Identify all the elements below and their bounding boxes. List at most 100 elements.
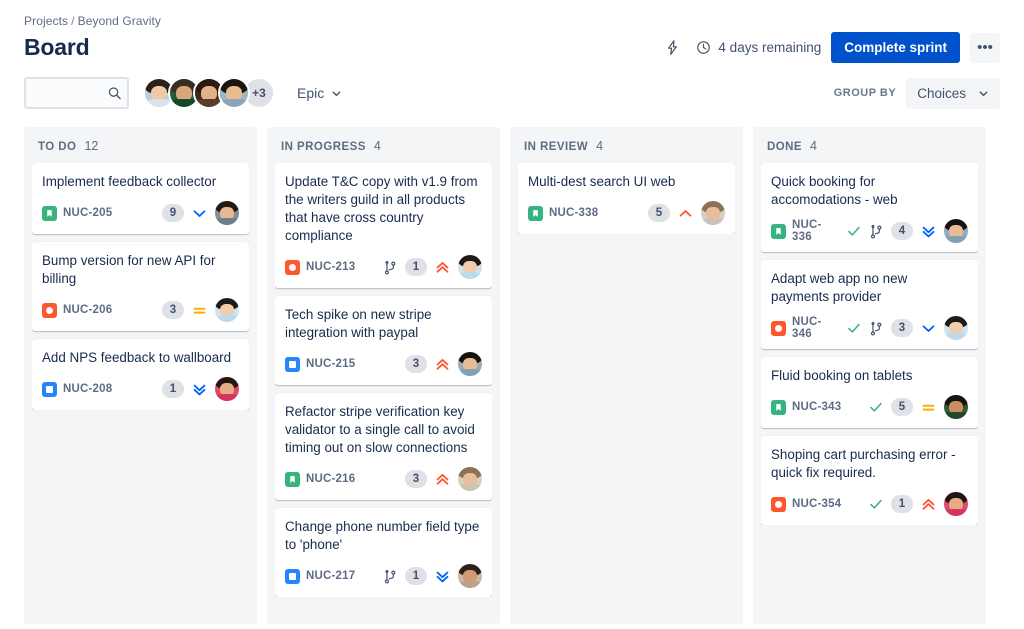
issue-key: NUC-343 [792,401,842,413]
search-container [24,77,129,109]
breadcrumb-project[interactable]: Beyond Gravity [78,14,161,28]
issue-title: Multi-dest search UI web [528,174,676,189]
issue-key-group[interactable]: NUC-343 [771,399,842,415]
group-by-dropdown[interactable]: Choices [906,77,1000,109]
story-points-badge: 4 [891,222,913,240]
issue-key-group[interactable]: NUC-354 [771,496,841,512]
issue-key-group[interactable]: NUC-216 [285,471,356,487]
breadcrumb: Projects / Beyond Gravity [24,14,1000,28]
priority-highest-icon [920,496,937,513]
column-name: In Progress [281,141,366,153]
issue-key: NUC-216 [306,473,356,485]
avatar[interactable] [458,255,482,279]
issue-title: Fluid booking on tablets [771,368,913,383]
branch-icon [869,320,884,337]
issue-card[interactable]: Shoping cart purchasing error - quick fi… [761,436,978,525]
breadcrumb-projects[interactable]: Projects [24,14,68,28]
issue-meta: 5 [868,395,968,419]
column-count: 4 [596,139,604,153]
epic-filter-dropdown[interactable]: Epic [289,80,350,106]
issue-card[interactable]: Bump version for new API for billing NUC-… [32,242,249,331]
lightning-icon [664,39,681,56]
more-actions-button[interactable]: ••• [970,32,1000,63]
issue-card[interactable]: Multi-dest search UI web NUC-338 5 [518,163,735,234]
kanban-board: To Do 12 Implement feedback collector NUC-2… [0,109,1024,629]
issue-type-bug-icon [771,496,786,512]
issue-title: Quick booking for accomodations - web [771,174,898,207]
issue-footer: NUC-346 3 [771,316,968,340]
issue-card[interactable]: Fluid booking on tablets NUC-343 5 [761,357,978,428]
issue-card[interactable]: Add NPS feedback to wallboard NUC-208 1 [32,339,249,410]
issue-meta: 4 [846,219,968,243]
branch-icon [383,259,398,276]
issue-footer: NUC-338 5 [528,201,725,225]
priority-lowest-icon [191,381,208,398]
avatar[interactable] [215,377,239,401]
avatar[interactable] [701,201,725,225]
complete-sprint-button[interactable]: Complete sprint [831,32,960,63]
issue-card[interactable]: Update T&C copy with v1.9 from the write… [275,163,492,288]
story-points-badge: 1 [405,567,427,585]
issue-card[interactable]: Quick booking for accomodations - web NUC… [761,163,978,252]
avatar[interactable] [458,467,482,491]
avatar[interactable] [215,201,239,225]
issue-type-task-icon [285,356,300,372]
issue-card[interactable]: Refactor stripe verification key validat… [275,393,492,500]
group-by-value: Choices [917,85,966,101]
issue-card[interactable]: Implement feedback collector NUC-205 9 [32,163,249,234]
avatar[interactable] [944,492,968,516]
issue-key-group[interactable]: NUC-205 [42,205,113,221]
breadcrumb-separator: / [71,14,75,28]
issue-footer: NUC-215 3 [285,352,482,376]
done-check-icon [868,399,884,415]
avatar[interactable] [215,298,239,322]
board-toolbar: +3 Epic Group by Choices [0,63,1024,109]
issue-title: Bump version for new API for billing [42,253,216,286]
issue-type-bug-icon [771,320,786,336]
priority-lowest-icon [434,568,451,585]
done-check-icon [868,496,884,512]
issue-key-group[interactable]: NUC-213 [285,259,355,275]
story-points-badge: 3 [405,470,427,488]
issue-meta: 5 [648,201,725,225]
avatar[interactable] [458,564,482,588]
column-count: 4 [373,139,381,153]
issue-type-story-icon [285,471,300,487]
story-points-badge: 1 [405,258,427,276]
issue-key-group[interactable]: NUC-208 [42,381,112,397]
issue-key: NUC-205 [63,207,113,219]
card-list: Quick booking for accomodations - web NUC… [761,163,978,525]
issue-footer: NUC-213 1 [285,255,482,279]
avatar[interactable] [944,316,968,340]
issue-title: Shoping cart purchasing error - quick fi… [771,447,956,480]
board-column: To Do 12 Implement feedback collector NUC-2… [24,127,257,624]
lightning-button[interactable] [658,34,686,62]
issue-key-group[interactable]: NUC-338 [528,205,599,221]
avatar[interactable] [944,395,968,419]
header-actions: 4 days remaining Complete sprint ••• [658,32,1000,63]
issue-key-group[interactable]: NUC-206 [42,302,112,318]
issue-meta: 1 [162,377,239,401]
story-points-badge: 5 [891,398,913,416]
issue-card[interactable]: Change phone number field type to 'phone… [275,508,492,597]
issue-key-group[interactable]: NUC-215 [285,356,355,372]
issue-key: NUC-338 [549,207,599,219]
issue-key: NUC-336 [792,219,822,243]
issue-footer: NUC-208 1 [42,377,239,401]
story-points-badge: 1 [891,495,913,513]
issue-card[interactable]: Tech spike on new stripe integration wit… [275,296,492,385]
issue-footer: NUC-216 3 [285,467,482,491]
issue-meta: 3 [405,467,482,491]
card-list: Implement feedback collector NUC-205 9 Bum… [32,163,249,410]
issue-key-group[interactable]: NUC-336 [771,219,840,243]
epic-filter-label: Epic [297,85,325,101]
issue-card[interactable]: Adapt web app no new payments provider NU… [761,260,978,349]
story-points-badge: 3 [162,301,184,319]
issue-type-task-icon [285,568,300,584]
issue-key-group[interactable]: NUC-217 [285,568,355,584]
avatar[interactable] [458,352,482,376]
avatar[interactable] [218,77,250,109]
search-input[interactable] [24,77,129,109]
avatar[interactable] [944,219,968,243]
issue-key-group[interactable]: NUC-346 [771,316,840,340]
